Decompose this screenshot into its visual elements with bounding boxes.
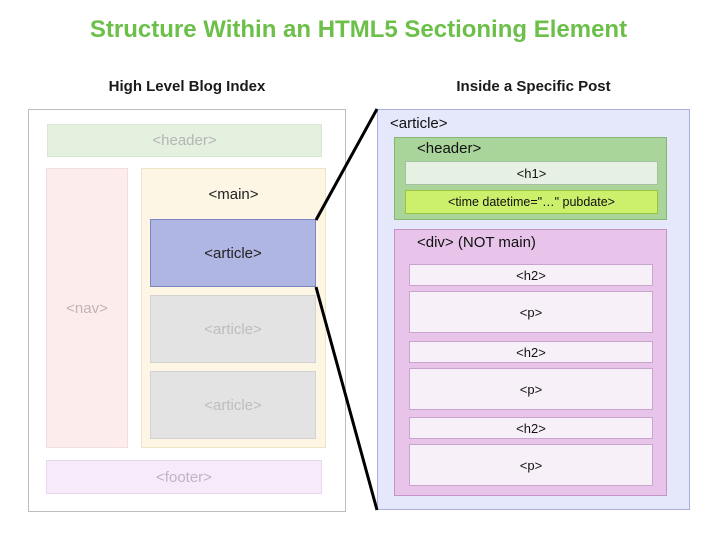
- index-main-label: <main>: [208, 186, 259, 203]
- index-footer-box: <footer>: [46, 460, 322, 494]
- post-p-box-3: <p>: [409, 444, 653, 486]
- post-article-label: <article>: [390, 115, 448, 132]
- post-h1-box: <h1>: [405, 161, 658, 185]
- post-time-box: <time datetime="…" pubdate>: [405, 190, 658, 214]
- index-article-2: <article>: [150, 295, 316, 363]
- index-article-highlighted: <article>: [150, 219, 316, 287]
- index-header-box: <header>: [47, 124, 322, 157]
- post-h2-box-1: <h2>: [409, 264, 653, 286]
- index-nav-box: <nav>: [46, 168, 128, 448]
- diagram-title: Structure Within an HTML5 Sectioning Ele…: [89, 16, 628, 43]
- post-h2-box-2: <h2>: [409, 341, 653, 363]
- left-panel-subtitle: High Level Blog Index: [108, 78, 266, 95]
- post-p-box-1: <p>: [409, 291, 653, 333]
- post-h2-box-3: <h2>: [409, 417, 653, 439]
- post-p-box-2: <p>: [409, 368, 653, 410]
- post-div-label: <div> (NOT main): [417, 234, 536, 251]
- post-header-label: <header>: [417, 140, 482, 157]
- index-article-3: <article>: [150, 371, 316, 439]
- right-panel-subtitle: Inside a Specific Post: [456, 78, 611, 95]
